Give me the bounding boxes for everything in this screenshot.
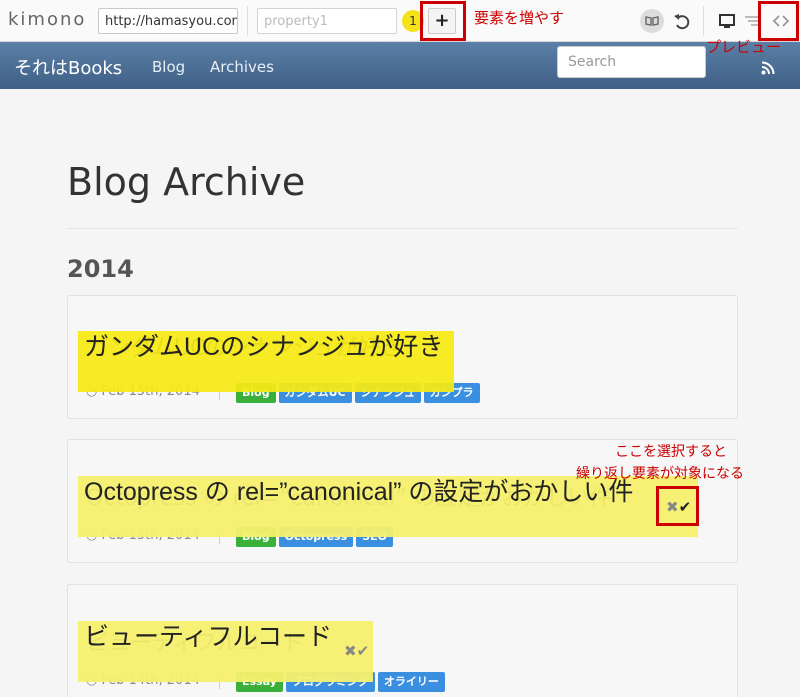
search-input[interactable]: Search	[557, 46, 706, 78]
divider	[247, 6, 248, 36]
divider	[703, 6, 704, 36]
divider	[67, 228, 738, 229]
site-brand[interactable]: それはBooks	[14, 54, 122, 80]
add-elements-annotation: 要素を増やす	[474, 9, 565, 27]
accept-highlight-box	[656, 486, 699, 526]
rss-icon[interactable]	[761, 60, 775, 79]
nav-link-blog[interactable]: Blog	[152, 58, 185, 76]
select-annotation-line2: 繰り返し要素が対象になる	[576, 466, 744, 482]
suggested-title-highlight[interactable]: Octopress の rel=”canonical” の設定がおかしい件	[78, 476, 698, 537]
select-annotation-line1: ここを選択すると	[615, 444, 727, 460]
blog-navbar: それはBooks Blog Archives Search	[0, 42, 800, 89]
url-input[interactable]: http://hamasyou.com/	[98, 8, 238, 34]
screen: kimono http://hamasyou.com/ property1 1 …	[0, 0, 800, 697]
suggestion-controls: ✖✔	[344, 642, 369, 660]
page-title: Blog Archive	[67, 160, 306, 204]
nav-link-archives[interactable]: Archives	[210, 58, 274, 76]
preview-highlight-box	[758, 1, 799, 41]
accept-icon[interactable]: ✔	[357, 642, 370, 660]
selected-title-highlight[interactable]: ガンダムUCのシナンジュが好き	[78, 331, 454, 392]
property-name-input[interactable]: property1	[257, 8, 397, 34]
tag[interactable]: オライリー	[377, 672, 445, 692]
kimono-toolbar: kimono http://hamasyou.com/ property1 1 …	[0, 0, 800, 42]
reject-icon[interactable]: ✖	[344, 642, 357, 660]
data-model-icon[interactable]	[640, 9, 664, 33]
year-heading: 2014	[67, 255, 134, 283]
undo-icon[interactable]	[672, 11, 692, 31]
kimono-logo: kimono	[8, 9, 87, 30]
suggested-title-highlight[interactable]: ビューティフルコード	[78, 621, 373, 682]
add-button-highlight-box	[420, 1, 466, 41]
monitor-icon[interactable]	[717, 11, 737, 31]
preview-annotation: プレビュー	[706, 38, 782, 56]
